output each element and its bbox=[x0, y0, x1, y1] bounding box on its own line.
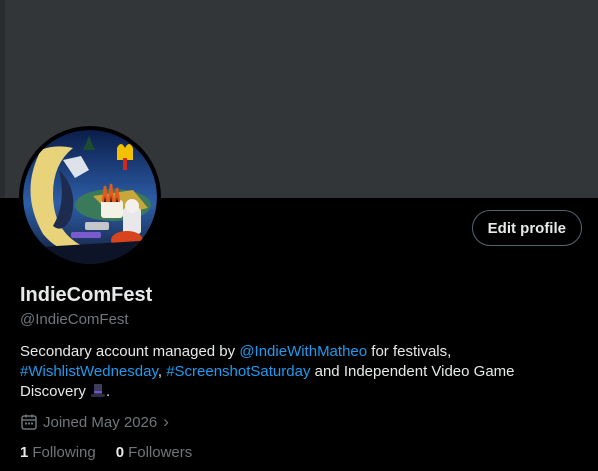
following-link[interactable]: 1 Following bbox=[20, 444, 96, 461]
banner-edge bbox=[0, 0, 5, 198]
chevron-right-icon: › bbox=[163, 412, 169, 431]
hashtag-link[interactable]: #WishlistWednesday bbox=[20, 363, 158, 380]
display-name: IndieComFest bbox=[20, 284, 153, 306]
avatar[interactable] bbox=[23, 130, 157, 264]
edit-profile-button[interactable]: Edit profile bbox=[471, 210, 582, 246]
joined-date[interactable]: Joined May 2026 › bbox=[20, 412, 169, 432]
user-handle: @IndieComFest bbox=[20, 311, 129, 328]
avatar-frame[interactable] bbox=[19, 126, 161, 268]
following-count: 1 bbox=[20, 444, 29, 461]
followers-label: Followers bbox=[128, 444, 193, 461]
bio-text: for festivals, bbox=[367, 343, 452, 360]
profile-bio: Secondary account managed by @IndieWithM… bbox=[20, 342, 580, 402]
bio-separator: , bbox=[157, 363, 167, 380]
joined-text: Joined May 2026 bbox=[43, 413, 158, 431]
followers-link[interactable]: 0 Followers bbox=[116, 444, 193, 461]
bio-text: Secondary account managed by bbox=[20, 343, 240, 360]
mention-link[interactable]: @IndieWithMatheo bbox=[239, 343, 367, 360]
follow-stats: 1 Following 0 Followers bbox=[20, 444, 212, 461]
following-label: Following bbox=[32, 444, 96, 461]
bio-text: . bbox=[106, 383, 111, 400]
calendar-icon bbox=[21, 414, 37, 430]
followers-count: 0 bbox=[115, 444, 125, 461]
hashtag-link[interactable]: #ScreenshotSaturday bbox=[166, 363, 310, 380]
top-hat-icon bbox=[91, 384, 106, 397]
